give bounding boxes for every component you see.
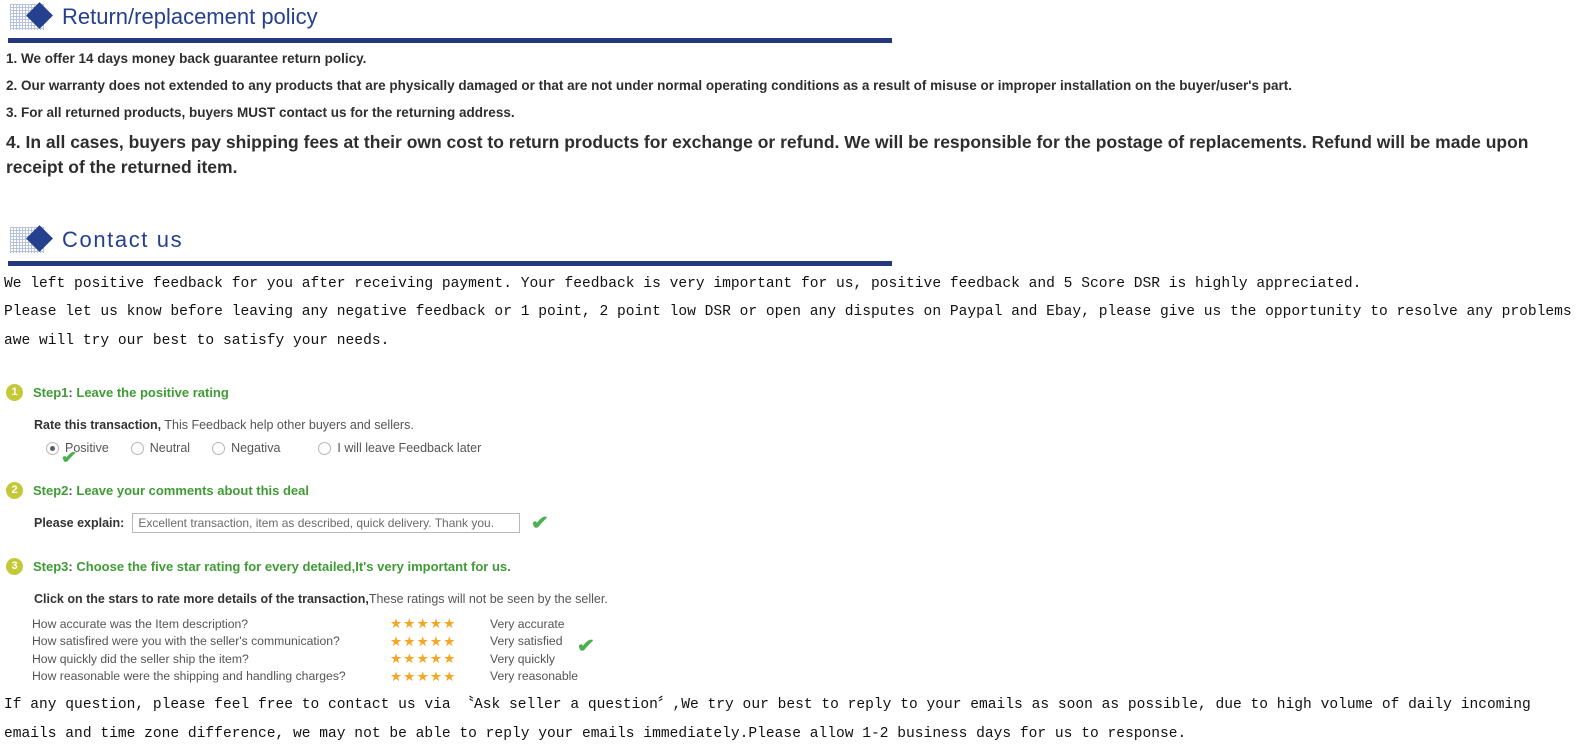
contact-outro-line: If any question, please feel free to con… bbox=[4, 697, 1531, 742]
contact-section-title: Contact us bbox=[62, 226, 184, 252]
check-icon-ratings: ✔ bbox=[576, 636, 596, 658]
contact-outro-text: If any question, please feel free to con… bbox=[4, 691, 1586, 748]
step-2-title: Step2: Leave your comments about this de… bbox=[33, 483, 309, 498]
step-2-block: 2 Step2: Leave your comments about this … bbox=[0, 479, 1586, 536]
explain-label: Please explain: bbox=[34, 516, 125, 531]
explain-input[interactable] bbox=[132, 513, 521, 534]
rating-stars[interactable]: ★★★★★ bbox=[390, 650, 482, 668]
policy-item: 1. We offer 14 days money back guarantee… bbox=[6, 51, 367, 66]
detailed-ratings-table: How accurate was the Item description? ★… bbox=[32, 615, 578, 685]
policy-item: 3. For all returned products, buyers MUS… bbox=[6, 104, 515, 120]
step-1-heading: 1 Step1: Leave the positive rating bbox=[6, 381, 1586, 403]
click-stars-note: These ratings will not be seen by the se… bbox=[368, 592, 608, 607]
step-3-heading: 3 Step3: Choose the five star rating for… bbox=[6, 555, 1586, 577]
step-1-prefix: Step1 bbox=[33, 384, 69, 400]
radio-positive-input[interactable] bbox=[46, 441, 59, 455]
return-policy-section: Return/replacement policy 1. We offer 14… bbox=[0, 0, 1586, 179]
step-3-badge: 3 bbox=[6, 557, 23, 575]
radio-feedback-later-label: I will leave Feedback later bbox=[337, 441, 482, 456]
radio-negativa-label: Negativa bbox=[231, 441, 281, 456]
radio-option-feedback-later[interactable]: I will leave Feedback later bbox=[318, 441, 481, 455]
step-2-label: Leave your comments about this deal bbox=[76, 482, 309, 498]
rate-transaction-strong: Rate this transaction, bbox=[34, 418, 162, 433]
rating-question: How satisfired were you with the seller'… bbox=[32, 634, 340, 649]
rating-value: Very quickly bbox=[490, 651, 556, 666]
check-icon-comment: ✔ bbox=[531, 512, 550, 534]
step-3-block: 3 Step3: Choose the five star rating for… bbox=[0, 555, 1586, 685]
contact-intro-line: We left positive feedback for you after … bbox=[4, 275, 1362, 292]
contact-section-header: Contact us bbox=[0, 223, 1586, 257]
rating-question: How quickly did the seller ship the item… bbox=[32, 651, 249, 666]
rating-stars[interactable]: ★★★★★ bbox=[390, 633, 482, 651]
table-row[interactable]: How accurate was the Item description? ★… bbox=[32, 615, 578, 633]
contact-intro-text: We left positive feedback for you after … bbox=[4, 270, 1586, 355]
check-icon-positive: ✔ bbox=[60, 448, 78, 468]
rate-transaction-note: This Feedback help other buyers and sell… bbox=[164, 418, 414, 433]
rating-value: Very accurate bbox=[490, 616, 565, 631]
contact-us-section: Contact us We left positive feedback for… bbox=[0, 223, 1586, 355]
step-1-label: Leave the positive rating bbox=[76, 384, 229, 400]
rating-stars[interactable]: ★★★★★ bbox=[390, 668, 482, 686]
radio-option-positive[interactable]: Positive bbox=[46, 441, 109, 455]
diamond-halftone-icon bbox=[8, 2, 62, 32]
rating-question: How reasonable were the shipping and han… bbox=[32, 669, 346, 684]
policy-item: 2. Our warranty does not extended to any… bbox=[6, 77, 1292, 93]
policy-section-title: Return/replacement policy bbox=[62, 4, 318, 29]
table-row[interactable]: How satisfired were you with the seller'… bbox=[32, 633, 578, 651]
step-3-label: Choose the five star rating for every de… bbox=[76, 558, 511, 574]
policy-item: 4. In all cases, buyers pay shipping fee… bbox=[6, 132, 1529, 177]
step-3-prefix: Step3 bbox=[33, 558, 69, 574]
table-row[interactable]: How quickly did the seller ship the item… bbox=[32, 650, 578, 668]
rating-value: Very satisfied bbox=[490, 634, 563, 649]
policy-section-header: Return/replacement policy bbox=[0, 0, 1586, 34]
detailed-ratings-wrap: How accurate was the Item description? ★… bbox=[0, 615, 1586, 685]
table-row[interactable]: How reasonable were the shipping and han… bbox=[32, 668, 578, 686]
step-2-prefix: Step2 bbox=[33, 482, 69, 498]
policy-header-rule bbox=[8, 38, 892, 43]
click-stars-strong: Click on the stars to rate more details … bbox=[34, 592, 369, 607]
diamond-halftone-icon bbox=[8, 224, 62, 255]
rating-value: Very reasonable bbox=[490, 669, 579, 684]
radio-option-negativa[interactable]: Negativa bbox=[212, 441, 280, 455]
step-1-separator: : bbox=[68, 384, 73, 400]
step-1-block: 1 Step1: Leave the positive rating Rate … bbox=[0, 381, 1586, 466]
contact-intro-line: Please let us know before leaving any ne… bbox=[4, 304, 1572, 349]
explain-row: Please explain: ✔ bbox=[34, 510, 1586, 536]
step-3-title: Step3: Choose the five star rating for e… bbox=[33, 559, 511, 574]
radio-feedback-later-input[interactable] bbox=[318, 441, 332, 455]
step-3-separator: : bbox=[68, 558, 73, 574]
step-1-title: Step1: Leave the positive rating bbox=[33, 385, 229, 400]
contact-header-rule bbox=[8, 260, 892, 266]
step-2-heading: 2 Step2: Leave your comments about this … bbox=[6, 479, 1586, 501]
rate-transaction-line: Rate this transaction, This Feedback hel… bbox=[34, 418, 1586, 432]
policy-list: 1. We offer 14 days money back guarantee… bbox=[6, 50, 1586, 179]
rating-radio-group[interactable]: Positive Neutral Negativa I will leave F… bbox=[46, 438, 1586, 466]
step-2-separator: : bbox=[68, 482, 73, 498]
radio-neutral-label: Neutral bbox=[149, 441, 191, 456]
radio-neutral-input[interactable] bbox=[130, 441, 144, 455]
rating-question: How accurate was the Item description? bbox=[32, 616, 249, 631]
radio-option-neutral[interactable]: Neutral bbox=[130, 441, 191, 456]
rating-stars[interactable]: ★★★★★ bbox=[390, 615, 482, 633]
radio-negativa-input[interactable] bbox=[212, 441, 226, 455]
step-2-badge: 2 bbox=[6, 481, 23, 499]
step-1-badge: 1 bbox=[6, 383, 23, 401]
click-stars-line: Click on the stars to rate more details … bbox=[34, 592, 1586, 606]
